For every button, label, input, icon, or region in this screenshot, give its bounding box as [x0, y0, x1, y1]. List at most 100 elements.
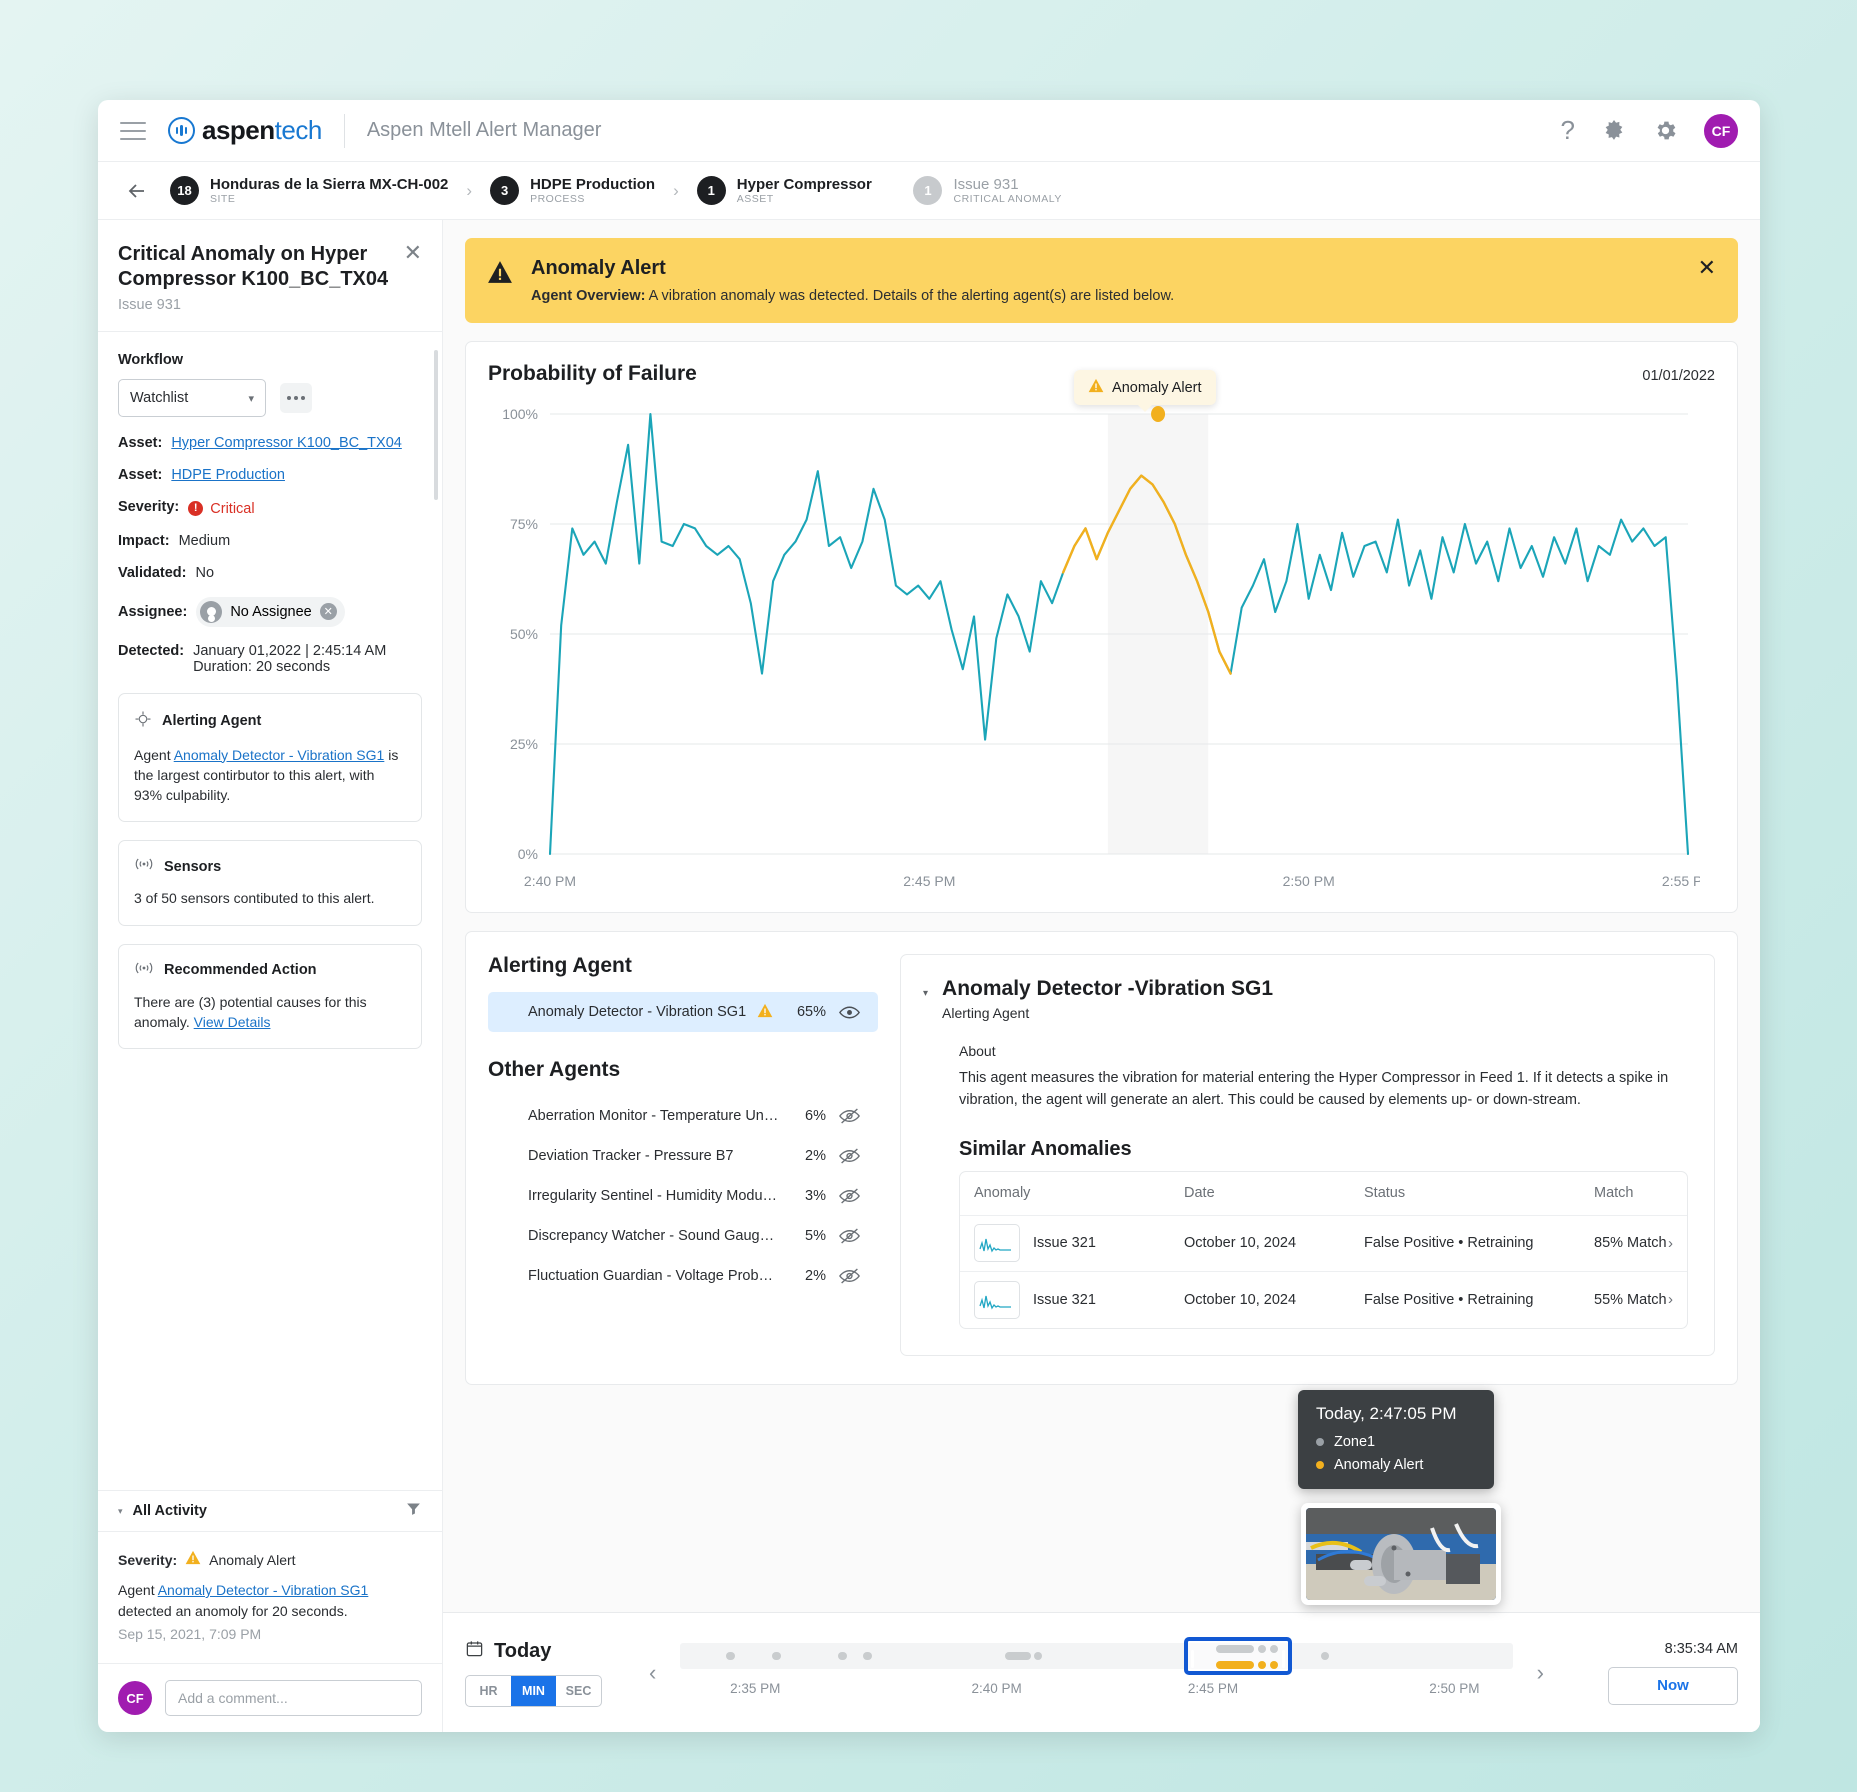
agent-row-other[interactable]: Aberration Monitor - Temperature Unit… 6…: [488, 1096, 878, 1136]
asset-link[interactable]: Hyper Compressor K100_BC_TX04: [171, 435, 402, 451]
breadcrumb-subtitle: CRITICAL ANOMALY: [953, 193, 1062, 206]
agent-row-other[interactable]: Deviation Tracker - Pressure B7 2%: [488, 1136, 878, 1176]
activity-severity-row: Severity: Anomaly Alert: [118, 1550, 422, 1571]
breadcrumb-item-process[interactable]: 3 HDPE Production PROCESS: [490, 176, 655, 205]
agent-row-other[interactable]: Irregularity Sentinel - Humidity Modul… …: [488, 1176, 878, 1216]
cell-status: False Positive • Retraining: [1364, 1235, 1534, 1251]
breadcrumb-item-issue[interactable]: 1 Issue 931 CRITICAL ANOMALY: [913, 176, 1061, 205]
top-bar: aspentech Aspen Mtell Alert Manager ? CF: [98, 100, 1760, 162]
back-arrow-icon[interactable]: [120, 174, 154, 208]
card-title: Sensors: [164, 858, 222, 875]
banner-label: Agent Overview:: [531, 288, 646, 304]
tooltip-label: Zone1: [1334, 1434, 1376, 1450]
column-header-status: Status: [1364, 1185, 1406, 1201]
agent-link[interactable]: Anomaly Detector - Vibration SG1: [174, 747, 385, 763]
workflow-select[interactable]: Watchlist ▾: [118, 379, 266, 417]
column-header-date: Date: [1184, 1185, 1215, 1201]
chevron-right-icon[interactable]: ›: [1668, 1291, 1673, 1308]
breadcrumb-title: Honduras de la Sierra MX-CH-002: [210, 175, 449, 193]
timeline-today-label: Today: [494, 1639, 552, 1662]
now-button[interactable]: Now: [1608, 1666, 1738, 1705]
chart-canvas[interactable]: 0% 25% 50% 75% 100% 2:40 PM 2:45 PM 2:50 PM 2:55…: [488, 400, 1715, 900]
field-assignee: Assignee: No Assignee ✕: [118, 596, 422, 627]
field-asset-2: Asset: HDPE Production: [118, 467, 422, 483]
breadcrumb-badge: 1: [913, 176, 943, 205]
view-details-link[interactable]: View Details: [194, 1014, 271, 1030]
table-row[interactable]: Issue 321 October 10, 2024 False Positiv…: [960, 1272, 1687, 1328]
dark-mode-icon[interactable]: [1601, 118, 1627, 144]
timeline-marker: [863, 1651, 873, 1660]
timeline-unit-hr[interactable]: HR: [466, 1676, 511, 1706]
close-icon[interactable]: ✕: [1698, 257, 1716, 279]
sidebar-header: Critical Anomaly on Hyper Compressor K10…: [98, 220, 442, 332]
chevron-right-icon[interactable]: ›: [1668, 1235, 1673, 1252]
remove-assignee-icon[interactable]: ✕: [319, 603, 337, 620]
all-activity-header[interactable]: ▾ All Activity: [98, 1490, 442, 1532]
svg-text:2:45 PM: 2:45 PM: [903, 873, 955, 889]
breadcrumb-badge: 18: [170, 176, 199, 205]
eye-off-icon[interactable]: [826, 1108, 860, 1124]
assignee-chip[interactable]: No Assignee ✕: [196, 596, 345, 627]
breadcrumb-item-site[interactable]: 18 Honduras de la Sierra MX-CH-002 SITE: [170, 176, 448, 205]
similar-anomalies-table: Anomaly Date Status Match Issue 321 Octo…: [959, 1170, 1688, 1329]
chevron-down-icon[interactable]: ▾: [923, 988, 928, 999]
eye-off-icon[interactable]: [826, 1148, 860, 1164]
equipment-photo-thumbnail[interactable]: [1301, 1503, 1501, 1605]
chevron-down-icon: ▾: [248, 392, 254, 405]
agent-row-alerting[interactable]: Anomaly Detector - Vibration SG1 65%: [488, 992, 878, 1032]
timeline-track[interactable]: 2:35 PM 2:40 PM 2:45 PM 2:50 PM: [680, 1636, 1513, 1709]
agent-row-other[interactable]: Fluctuation Guardian - Voltage Probe… 2%: [488, 1256, 878, 1296]
timeline-marker: [1004, 1651, 1031, 1660]
agent-percent: 5%: [805, 1228, 826, 1244]
more-options-icon[interactable]: [280, 383, 312, 413]
chevron-down-icon: ▾: [118, 1505, 123, 1516]
agent-link[interactable]: Anomaly Detector - Vibration SG1: [158, 1582, 369, 1598]
filter-icon[interactable]: [405, 1500, 422, 1522]
chart-tooltip: Today, 2:47:05 PM Zone1 Anomaly Alert: [1298, 1390, 1494, 1489]
breadcrumb-subtitle: PROCESS: [530, 193, 585, 206]
chevron-left-icon[interactable]: ‹: [643, 1660, 662, 1686]
gear-icon[interactable]: [1653, 118, 1678, 143]
table-row[interactable]: Issue 321 October 10, 2024 False Positiv…: [960, 1216, 1687, 1272]
eye-icon[interactable]: [826, 1005, 860, 1020]
agent-row-other[interactable]: Discrepancy Watcher - Sound Gauge S5 5%: [488, 1216, 878, 1256]
chevron-right-icon[interactable]: ›: [1531, 1660, 1550, 1686]
legend-dot: [1316, 1461, 1324, 1469]
tooltip-title: Today, 2:47:05 PM: [1316, 1404, 1457, 1423]
cell-status: False Positive • Retraining: [1364, 1291, 1534, 1308]
timeline-unit-sec[interactable]: SEC: [556, 1676, 601, 1706]
svg-text:2:40 PM: 2:40 PM: [524, 873, 576, 889]
svg-text:2:50 PM: 2:50 PM: [1283, 873, 1335, 889]
card-sensors: Sensors 3 of 50 sensors contibuted to th…: [118, 840, 422, 926]
brand-logo: aspentech: [168, 115, 322, 146]
svg-text:100%: 100%: [502, 406, 538, 422]
activity-list: Severity: Anomaly Alert Agent Anomaly De…: [98, 1532, 442, 1663]
scrollbar[interactable]: [434, 350, 438, 500]
app-window: aspentech Aspen Mtell Alert Manager ? CF…: [98, 100, 1760, 1732]
column-header-anomaly: Anomaly: [974, 1185, 1031, 1201]
activity-text-before: Agent: [118, 1582, 158, 1598]
comment-input[interactable]: [165, 1680, 422, 1716]
field-label: Impact:: [118, 532, 170, 549]
field-severity: Severity: ! Critical: [118, 499, 422, 517]
breadcrumb-item-asset[interactable]: 1 Hyper Compressor ASSET: [696, 176, 872, 205]
main-scroll-area: Anomaly Alert Agent Overview: A vibratio…: [443, 220, 1760, 1612]
timeline-selection-window[interactable]: [1183, 1636, 1293, 1675]
breadcrumb-badge: 1: [696, 176, 726, 205]
help-icon[interactable]: ?: [1561, 115, 1575, 146]
agent-name: Discrepancy Watcher - Sound Gauge S5: [528, 1228, 780, 1244]
svg-text:50%: 50%: [510, 626, 538, 642]
workflow-label: Workflow: [118, 352, 183, 368]
user-avatar[interactable]: CF: [1704, 113, 1738, 148]
timeline-marker: [726, 1651, 736, 1660]
eye-off-icon[interactable]: [826, 1228, 860, 1244]
hamburger-icon[interactable]: [120, 121, 146, 140]
breadcrumb-title: Issue 931: [953, 175, 1019, 193]
close-icon[interactable]: ✕: [404, 242, 422, 313]
breadcrumb-separator-icon: ›: [673, 180, 679, 200]
timeline-unit-min[interactable]: MIN: [511, 1675, 556, 1706]
cell-anomaly: Issue 321: [1033, 1291, 1096, 1308]
eye-off-icon[interactable]: [826, 1268, 860, 1284]
process-link[interactable]: HDPE Production: [171, 467, 285, 483]
eye-off-icon[interactable]: [826, 1188, 860, 1204]
